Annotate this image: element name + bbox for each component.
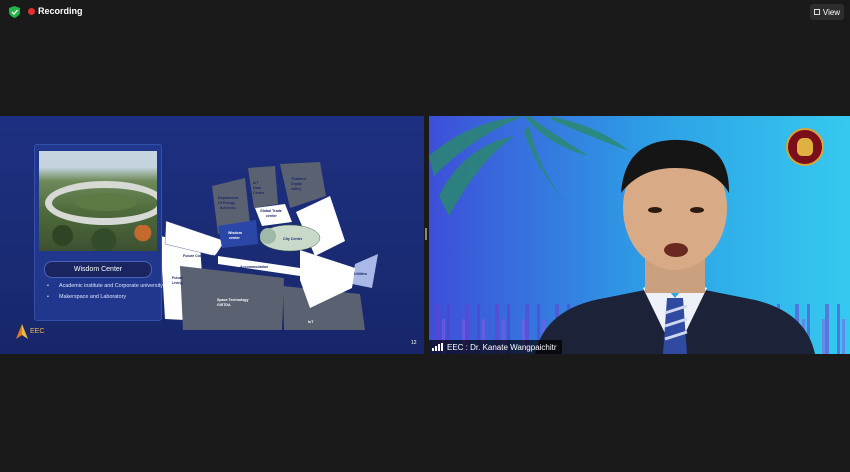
shield-check-icon[interactable]	[9, 6, 20, 18]
card-title: Wisdom Center	[44, 261, 152, 278]
eec-logo-icon	[16, 324, 28, 339]
speaker-person	[535, 139, 815, 354]
split-view-resize-handle[interactable]	[425, 228, 427, 240]
map-zone-city-center-small	[260, 228, 276, 244]
eec-logo-text: EEC	[30, 328, 45, 335]
campus-trees	[39, 225, 157, 251]
card-bullet-item: Academic institute and Corporate univers…	[46, 282, 166, 290]
label-space-technology-1: Space Technology	[217, 298, 249, 302]
recording-label[interactable]: Recording	[38, 6, 83, 16]
label-accommodation: Accommodation	[240, 265, 268, 269]
meeting-top-bar: Recording View	[0, 0, 850, 24]
label-city-center: City Center	[283, 237, 303, 241]
grid-view-icon	[813, 9, 820, 15]
view-button[interactable]: View	[810, 4, 844, 20]
label-global-trade-2: center	[266, 214, 277, 218]
label-future-commercial: Future Commercial	[183, 254, 216, 258]
card-bullet-list: Academic institute and Corporate univers…	[46, 282, 166, 304]
shared-screen-slide[interactable]: Department Of Energy business IoT Data C…	[0, 116, 424, 354]
label-department-energy-2: Of Energy	[218, 201, 235, 205]
label-department-energy-1: Department	[218, 196, 239, 200]
label-iot-data-center-3: Center	[253, 191, 265, 195]
label-future-living-1: Future	[172, 276, 183, 280]
map-zone-thailand-digital-valley	[280, 162, 326, 208]
participant-name: EEC : Dr. Kanate Wangpaichitr	[447, 342, 557, 352]
label-iot-lower: IoT	[308, 320, 314, 324]
campus-aerial-photo	[39, 151, 157, 251]
map-zone-utilities	[352, 254, 378, 288]
label-iot-data-center-1: IoT	[253, 181, 259, 185]
view-button-label: View	[822, 7, 841, 17]
speaker-video-tile[interactable]: EEC : Dr. Kanate Wangpaichitr	[429, 116, 850, 354]
campus-courtyard	[75, 193, 137, 211]
label-iot-data-center-2: Data	[253, 186, 262, 190]
label-thailand-digital-valley-3: Valley	[291, 187, 301, 191]
slide-page-number: 12	[411, 340, 417, 346]
label-department-energy-3: business	[220, 206, 236, 210]
label-wisdom-center-2: center	[229, 236, 240, 240]
recording-dot-icon	[28, 8, 35, 15]
label-global-trade-1: Global Trade	[260, 209, 282, 213]
label-thailand-digital-valley-1: Thailand	[291, 177, 306, 181]
label-space-technology-2: GISTDA	[217, 303, 231, 307]
label-wisdom-center-1: Wisdom	[228, 231, 242, 235]
label-thailand-digital-valley-2: Digital	[291, 182, 302, 186]
signal-strength-icon	[432, 343, 443, 351]
label-future-living-2: Living	[172, 281, 183, 285]
card-bullet-item: Makerspace and Laboratory	[46, 293, 166, 301]
participant-name-tag: EEC : Dr. Kanate Wangpaichitr	[429, 340, 562, 354]
label-utilities: Utilities	[354, 272, 367, 276]
